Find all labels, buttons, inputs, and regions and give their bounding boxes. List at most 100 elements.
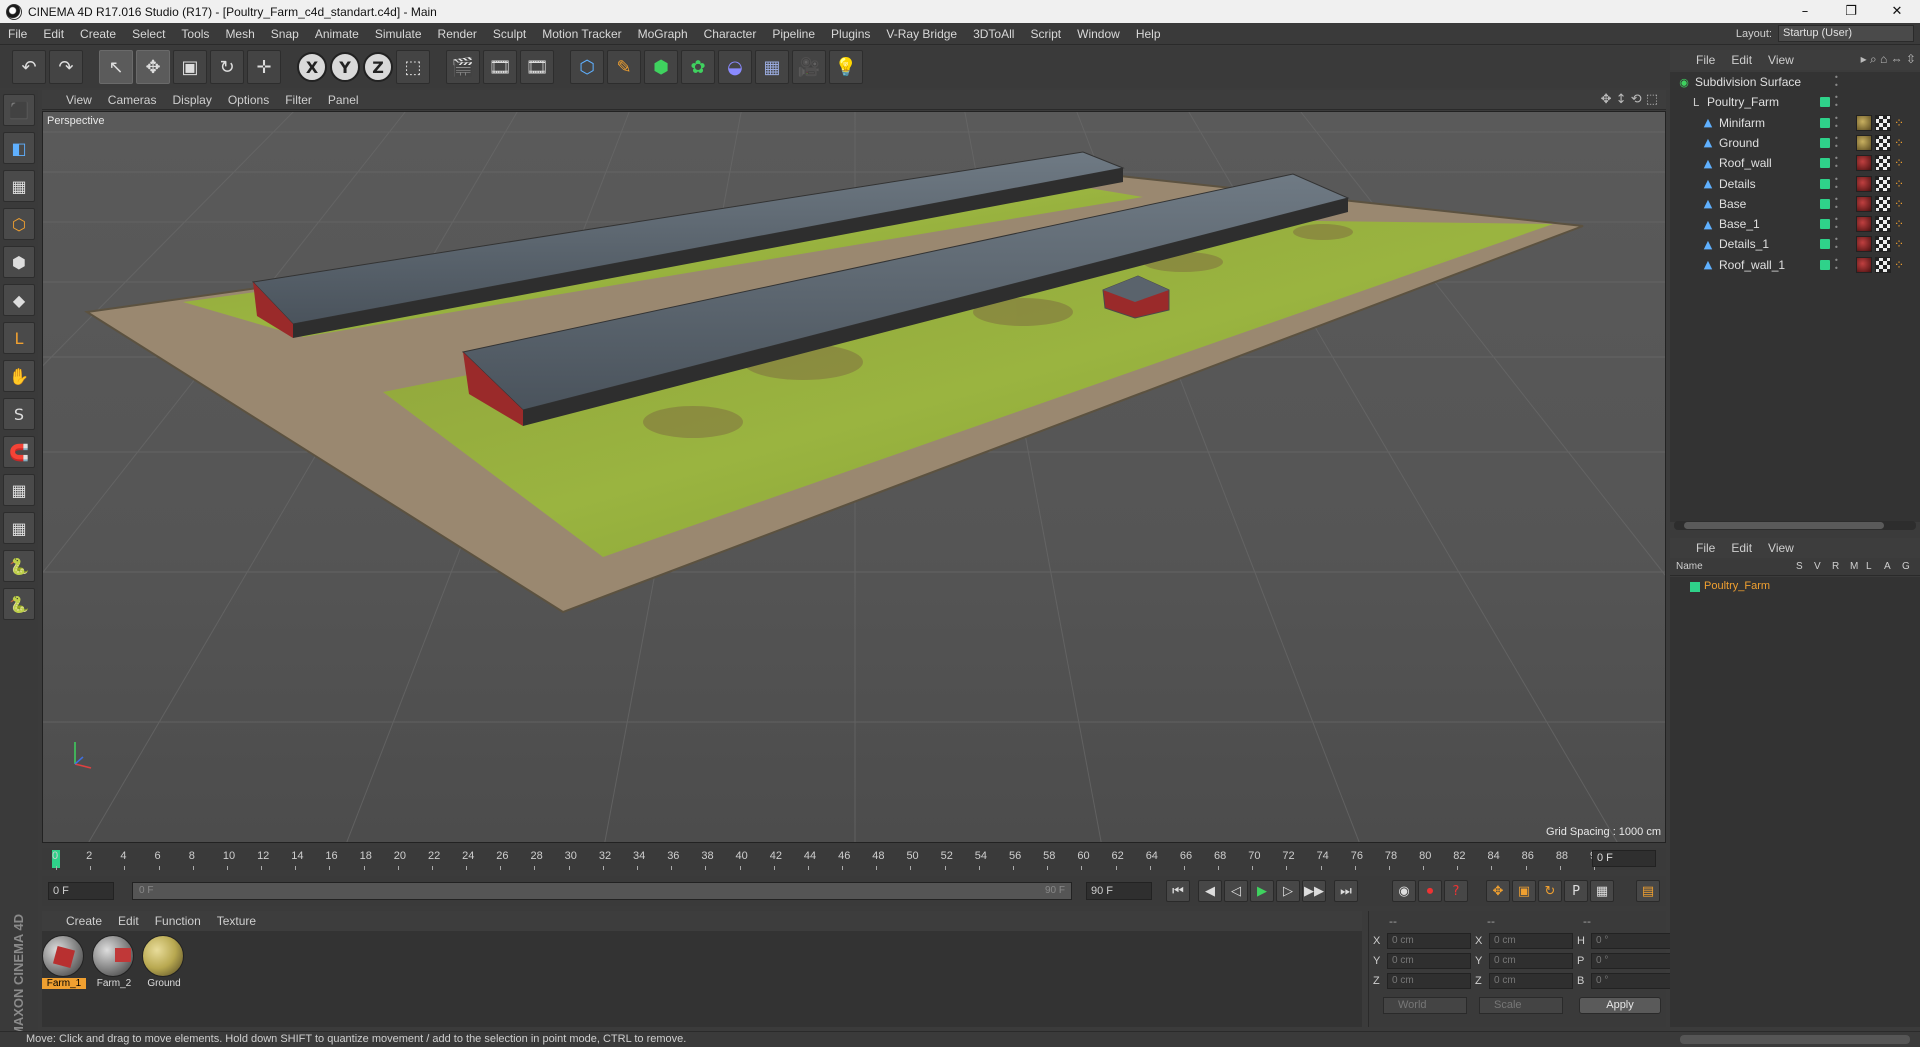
floor-icon[interactable]: ▦ (755, 50, 789, 84)
snap-icon[interactable]: 🧲 (3, 436, 35, 468)
viewport-menu-filter[interactable]: Filter (285, 93, 312, 107)
menu-mesh[interactable]: Mesh (217, 27, 262, 41)
visibility-dots[interactable]: • • (1834, 134, 1839, 151)
layer-menu-edit[interactable]: Edit (1731, 541, 1752, 555)
visibility-dots[interactable]: • • (1834, 256, 1839, 273)
menu-select[interactable]: Select (124, 27, 173, 41)
menu-mograph[interactable]: MoGraph (630, 27, 696, 41)
pos-y-field[interactable]: 0 cm (1387, 953, 1471, 969)
menu-vray-bridge[interactable]: V-Ray Bridge (878, 27, 965, 41)
render-to-picture-viewer-icon[interactable]: 🎞 (483, 50, 517, 84)
object-row[interactable]: ▲ Base • • ⁘ (1670, 194, 1920, 214)
autokey-icon[interactable]: ⏺ (1418, 880, 1442, 902)
visibility-dots[interactable]: • • (1834, 74, 1839, 90)
go-to-end-icon[interactable]: ⏭ (1334, 880, 1358, 902)
viewport-navigation-icons[interactable]: ✥ ↕ ⟲ ⬚ (1601, 92, 1658, 107)
apply-button[interactable]: Apply (1579, 997, 1661, 1014)
menu-script[interactable]: Script (1022, 27, 1069, 41)
object-row[interactable]: L Poultry_Farm • • (1670, 92, 1920, 112)
texture-tag-icon[interactable] (1856, 175, 1872, 192)
points-mode-icon[interactable]: ⬢ (3, 246, 35, 278)
make-editable-icon[interactable]: ⬛ (3, 94, 35, 126)
menu-create[interactable]: Create (72, 27, 124, 41)
cube-primitive-icon[interactable]: ⬡ (570, 50, 604, 84)
locked-workplane-icon[interactable]: ▦ (3, 474, 35, 506)
object-name[interactable]: Minifarm (1719, 116, 1765, 130)
model-mode-icon[interactable]: ◧ (3, 132, 35, 164)
previous-key-icon[interactable]: ◀ (1198, 880, 1222, 902)
layer-color-swatch[interactable] (1820, 137, 1830, 148)
layer-color-swatch[interactable] (1820, 97, 1830, 108)
object-menu-file[interactable]: File (1696, 53, 1715, 67)
material-menu-function[interactable]: Function (155, 914, 201, 928)
viewport-menu-cameras[interactable]: Cameras (108, 93, 157, 107)
phong-tag-icon[interactable]: ⁘ (1894, 115, 1906, 131)
layer-color-swatch[interactable] (1820, 239, 1830, 250)
phong-tag-icon[interactable]: ⁘ (1894, 216, 1906, 232)
viewport-menu-options[interactable]: Options (228, 93, 269, 107)
texture-tag-icon[interactable] (1856, 216, 1872, 233)
uvw-tag-icon[interactable] (1875, 236, 1891, 253)
start-frame-field[interactable]: 0 F (48, 882, 114, 900)
key-rotation-icon[interactable]: ↻ (1538, 880, 1562, 902)
object-row[interactable]: ▲ Base_1 • • ⁘ (1670, 214, 1920, 234)
key-parameter-icon[interactable]: P (1564, 880, 1588, 902)
object-menu-edit[interactable]: Edit (1731, 53, 1752, 67)
phong-tag-icon[interactable]: ⁘ (1894, 155, 1906, 171)
layer-menu-view[interactable]: View (1768, 541, 1794, 555)
timeline-window-icon[interactable]: ▤ (1636, 880, 1660, 902)
menu-render[interactable]: Render (430, 27, 485, 41)
undo-icon[interactable]: ↶ (12, 50, 46, 84)
visibility-dots[interactable]: • • (1834, 114, 1839, 131)
polygons-mode-icon[interactable]: L (3, 322, 35, 354)
move-tool-icon[interactable]: ✥ (136, 50, 170, 84)
material-menu-texture[interactable]: Texture (217, 914, 256, 928)
size-mode-dropdown[interactable]: Scale (1479, 997, 1563, 1014)
menu-edit[interactable]: Edit (35, 27, 72, 41)
menu-pipeline[interactable]: Pipeline (764, 27, 823, 41)
x-axis-lock-icon[interactable]: X (297, 52, 327, 82)
axis-mode-icon[interactable]: ✋ (3, 360, 35, 392)
texture-mode-icon[interactable]: ▦ (3, 170, 35, 202)
layer-menu-file[interactable]: File (1696, 541, 1715, 555)
layout-dropdown[interactable]: Startup (User) (1778, 25, 1914, 42)
render-settings-icon[interactable]: 🎞 (520, 50, 554, 84)
layer-color-swatch[interactable] (1820, 219, 1830, 230)
object-name[interactable]: Roof_wall (1719, 156, 1772, 170)
key-point-level-icon[interactable]: ▦ (1590, 880, 1614, 902)
menu-character[interactable]: Character (696, 27, 765, 41)
current-frame-field[interactable]: 0 F (1592, 850, 1656, 867)
object-row[interactable]: ▲ Minifarm • • ⁘ (1670, 113, 1920, 133)
object-menu-view[interactable]: View (1768, 53, 1794, 67)
spline-pen-icon[interactable]: ✎ (607, 50, 641, 84)
render-view-icon[interactable]: 🎬 (446, 50, 480, 84)
next-frame-icon[interactable]: ▷ (1276, 880, 1300, 902)
menu-help[interactable]: Help (1128, 27, 1169, 41)
uvw-tag-icon[interactable] (1875, 195, 1891, 212)
uvw-tag-icon[interactable] (1875, 256, 1891, 273)
viewport-menu-display[interactable]: Display (172, 93, 211, 107)
texture-tag-icon[interactable] (1856, 256, 1872, 273)
uvw-tag-icon[interactable] (1875, 216, 1891, 233)
object-manager-tools-icons[interactable]: ▸ ⌕ ⌂ ⇔ ⇳ (1861, 52, 1916, 67)
minimize-button[interactable]: – (1782, 0, 1828, 23)
layer-name[interactable]: Poultry_Farm (1704, 580, 1770, 592)
subdivision-surface-icon[interactable]: ⬢ (644, 50, 678, 84)
menu-plugins[interactable]: Plugins (823, 27, 878, 41)
visibility-dots[interactable]: • • (1834, 216, 1839, 232)
perspective-viewport[interactable]: Perspective Grid Spacing : 1000 cm (42, 111, 1666, 843)
size-z-field[interactable]: 0 cm (1489, 973, 1573, 989)
layer-color-swatch[interactable] (1820, 117, 1830, 128)
camera-icon[interactable]: 🎥 (792, 50, 826, 84)
size-x-field[interactable]: 0 cm (1489, 933, 1573, 949)
texture-tag-icon[interactable] (1856, 155, 1872, 172)
rot-p-field[interactable]: 0 ° (1591, 953, 1675, 969)
deformer-icon[interactable]: ◒ (718, 50, 752, 84)
uvw-tag-icon[interactable] (1875, 175, 1891, 192)
restore-button[interactable]: ❐ (1828, 0, 1874, 23)
phong-tag-icon[interactable]: ⁘ (1894, 176, 1906, 192)
object-name[interactable]: Base (1719, 197, 1746, 211)
texture-tag-icon[interactable] (1856, 195, 1872, 212)
pos-x-field[interactable]: 0 cm (1387, 933, 1471, 949)
menu-animate[interactable]: Animate (307, 27, 367, 41)
